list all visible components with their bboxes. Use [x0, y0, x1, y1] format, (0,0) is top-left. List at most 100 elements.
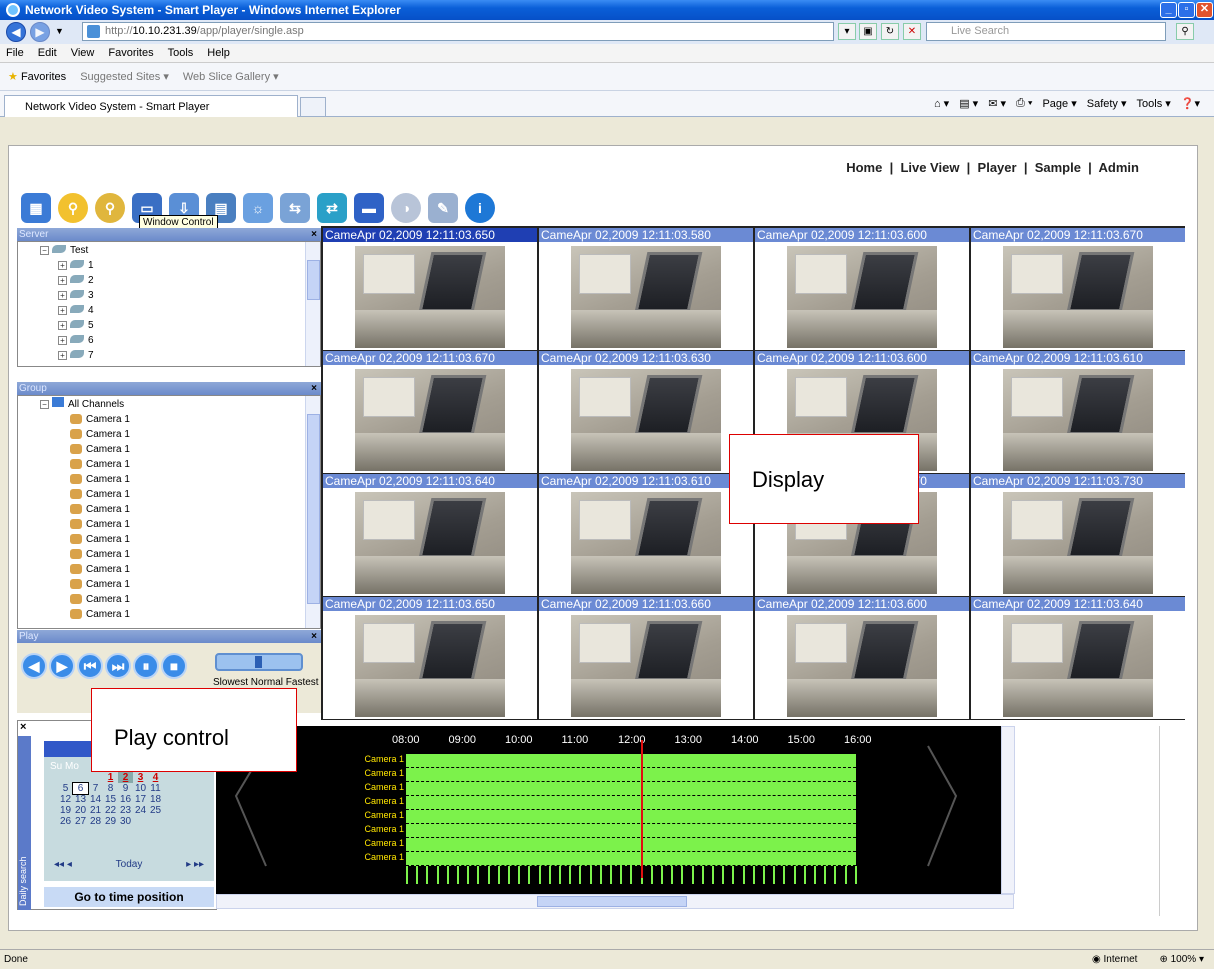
video-cell[interactable]: CameApr 02,2009 12:11:03.650: [323, 228, 537, 350]
calendar-close-icon[interactable]: ×: [20, 721, 26, 733]
expand-icon[interactable]: +: [58, 321, 67, 330]
monitor-tool-icon[interactable]: ▬: [354, 193, 384, 223]
camera-item[interactable]: Camera 1: [40, 592, 320, 607]
calendar-day[interactable]: 27: [73, 816, 88, 827]
zoom-control[interactable]: ⊕ 100% ▾: [1159, 954, 1204, 965]
video-cell[interactable]: CameApr 02,2009 12:11:03.670: [971, 228, 1185, 350]
expand-icon[interactable]: +: [58, 351, 67, 360]
calendar-day[interactable]: 1: [103, 772, 118, 783]
video-cell[interactable]: CameApr 02,2009 12:11:03.670: [323, 351, 537, 473]
server-root[interactable]: − Test: [40, 243, 320, 258]
camera-item[interactable]: Camera 1: [40, 577, 320, 592]
calendar-day[interactable]: 8: [103, 783, 118, 794]
calendar-day[interactable]: 16: [118, 794, 133, 805]
home-icon[interactable]: ⌂ ▾: [934, 97, 949, 110]
calendar-day[interactable]: 18: [148, 794, 163, 805]
close-button[interactable]: ✕: [1196, 2, 1213, 18]
timeline[interactable]: 08:00 09:00 10:00 11:00 12:00 13:00 14:00 15:00…: [216, 726, 1014, 894]
calendar-day[interactable]: 2: [118, 772, 133, 783]
group-panel-close-icon[interactable]: ×: [311, 382, 317, 395]
calendar-day[interactable]: 4: [148, 772, 163, 783]
speed-slider-thumb[interactable]: [255, 656, 262, 668]
server-node[interactable]: +2: [40, 273, 320, 288]
camera-item[interactable]: Camera 1: [40, 457, 320, 472]
settings-tool-icon[interactable]: ✎: [428, 193, 458, 223]
info-tool-icon[interactable]: i: [465, 193, 495, 223]
camera-item[interactable]: Camera 1: [40, 532, 320, 547]
expand-icon[interactable]: +: [58, 336, 67, 345]
next-year-icon[interactable]: ▸ ▸▸: [186, 859, 204, 870]
calendar-day[interactable]: 28: [88, 816, 103, 827]
timeline-recording-bar[interactable]: [406, 810, 856, 824]
calendar-day[interactable]: 7: [88, 783, 103, 794]
calendar-day[interactable]: 22: [103, 805, 118, 816]
favorites-button[interactable]: ★ Favorites: [8, 70, 66, 83]
server-node[interactable]: +5: [40, 318, 320, 333]
server-node[interactable]: +3: [40, 288, 320, 303]
video-cell[interactable]: CameApr 02,2009 12:11:03.610: [539, 474, 753, 596]
audio-tool-icon[interactable]: ◑: [391, 193, 421, 223]
nav-live-view[interactable]: Live View: [900, 160, 959, 175]
step-forward-icon[interactable]: ⏭: [105, 653, 131, 679]
timeline-recording-bar[interactable]: [406, 754, 856, 768]
calendar-tool-icon[interactable]: ▦: [21, 193, 51, 223]
scroll-thumb[interactable]: [537, 896, 687, 907]
suggested-sites-button[interactable]: Suggested Sites ▾: [80, 70, 169, 83]
nav-admin[interactable]: Admin: [1099, 160, 1139, 175]
calendar-day[interactable]: 25: [148, 805, 163, 816]
backup-tool-icon[interactable]: ⇄: [317, 193, 347, 223]
video-cell[interactable]: CameApr 02,2009 12:11:03.650: [323, 597, 537, 719]
search-tool-icon[interactable]: ⚲: [58, 193, 88, 223]
camera-item[interactable]: Camera 1: [40, 547, 320, 562]
menu-tools[interactable]: Tools: [168, 47, 194, 59]
collapse-icon[interactable]: −: [40, 400, 49, 409]
video-cell[interactable]: CameApr 02,2009 12:11:03.600: [755, 228, 969, 350]
calendar-day[interactable]: 17: [133, 794, 148, 805]
camera-item[interactable]: Camera 1: [40, 517, 320, 532]
prev-year-icon[interactable]: ◂◂ ◂: [54, 859, 72, 870]
calendar-day[interactable]: 26: [58, 816, 73, 827]
nav-home[interactable]: Home: [846, 160, 882, 175]
camera-item[interactable]: Camera 1: [40, 427, 320, 442]
video-cell[interactable]: CameApr 02,2009 12:11:03.610: [971, 351, 1185, 473]
network-tool-icon[interactable]: ⇆: [280, 193, 310, 223]
timeline-recording-bar[interactable]: [406, 796, 856, 810]
timeline-current-marker[interactable]: [641, 740, 643, 878]
zoom-tool-icon[interactable]: ⚲: [95, 193, 125, 223]
camera-item[interactable]: Camera 1: [40, 562, 320, 577]
tab-active[interactable]: Network Video System - Smart Player: [4, 95, 298, 117]
calendar-day[interactable]: 20: [73, 805, 88, 816]
timeline-hscroll[interactable]: [216, 894, 1014, 909]
back-button[interactable]: ◀: [6, 22, 26, 42]
timeline-recording-bar[interactable]: [406, 824, 856, 838]
expand-icon[interactable]: +: [58, 261, 67, 270]
calendar-day[interactable]: 3: [133, 772, 148, 783]
calendar-day[interactable]: 23: [118, 805, 133, 816]
snapshot-tool-icon[interactable]: ☼: [243, 193, 273, 223]
server-node[interactable]: +6: [40, 333, 320, 348]
stop-button[interactable]: ✕: [903, 23, 921, 40]
expand-icon[interactable]: +: [58, 276, 67, 285]
timeline-recording-bar[interactable]: [406, 782, 856, 796]
timeline-vscroll[interactable]: [1001, 726, 1015, 894]
group-scrollbar[interactable]: [305, 396, 320, 628]
daily-search-tab[interactable]: Daily search: [18, 736, 31, 910]
nav-sample[interactable]: Sample: [1035, 160, 1081, 175]
collapse-icon[interactable]: −: [40, 246, 49, 255]
video-cell[interactable]: CameApr 02,2009 12:11:03.640: [323, 474, 537, 596]
nav-player[interactable]: Player: [978, 160, 1017, 175]
compat-view-button[interactable]: ▣: [859, 23, 877, 40]
speed-slider[interactable]: [215, 653, 303, 671]
expand-icon[interactable]: +: [58, 291, 67, 300]
scroll-thumb[interactable]: [307, 260, 320, 300]
calendar-day[interactable]: 12: [58, 794, 73, 805]
calendar-day[interactable]: 13: [73, 794, 88, 805]
timeline-recording-bar[interactable]: [406, 852, 856, 866]
page-menu[interactable]: Page ▾: [1042, 97, 1076, 110]
video-cell[interactable]: CameApr 02,2009 12:11:03.600: [755, 597, 969, 719]
new-tab-button[interactable]: [300, 97, 326, 117]
calendar-day[interactable]: 30: [118, 816, 133, 827]
server-node[interactable]: +1: [40, 258, 320, 273]
rewind-icon[interactable]: ◀: [21, 653, 47, 679]
calendar-day[interactable]: 9: [118, 783, 133, 794]
